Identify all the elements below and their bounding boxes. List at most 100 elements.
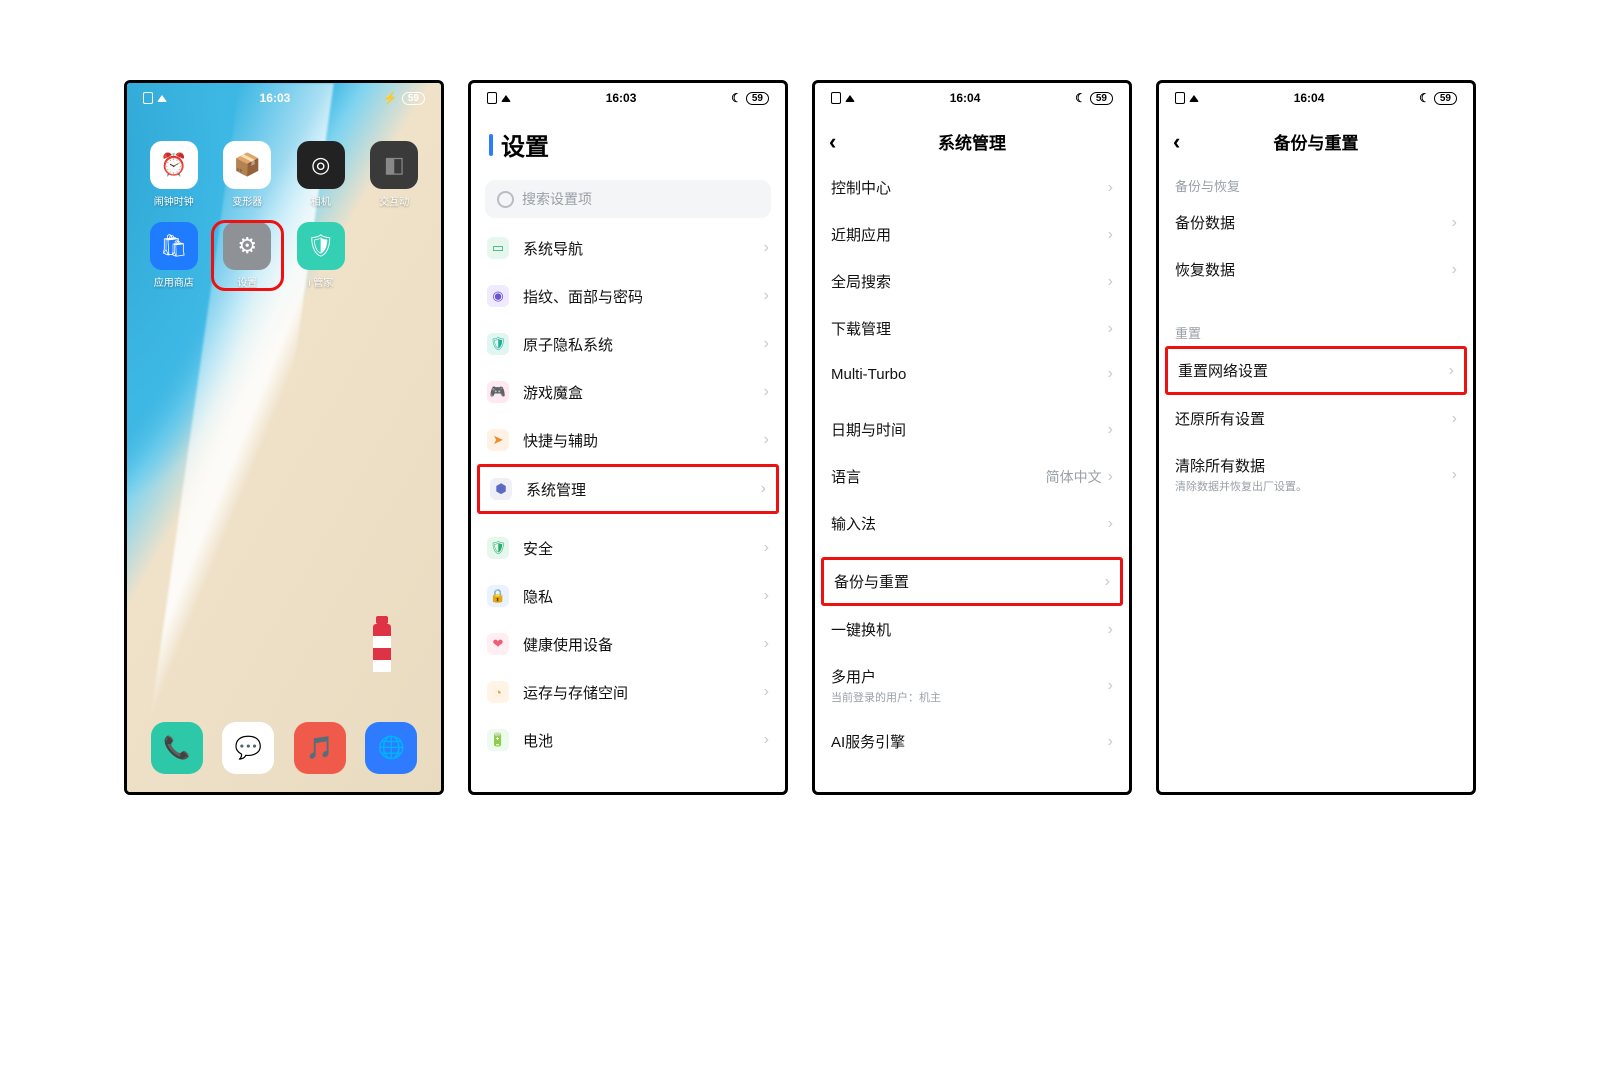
chevron-right-icon: ›	[764, 431, 769, 449]
row-download-mgr[interactable]: 下载管理›	[815, 305, 1129, 352]
wifi-icon	[501, 91, 511, 105]
app-store[interactable]: 🛍应用商店	[139, 222, 209, 289]
chevron-right-icon: ›	[764, 287, 769, 305]
page-title: 备份与重置	[1274, 129, 1359, 154]
app-interact[interactable]: ◧交互动	[360, 141, 430, 208]
wifi-icon	[1189, 91, 1199, 105]
status-bar: 16:04 ☾59	[815, 83, 1129, 105]
row-battery[interactable]: 🔋电池›	[471, 716, 785, 764]
chevron-right-icon: ›	[1108, 468, 1113, 486]
chevron-right-icon: ›	[764, 383, 769, 401]
sim-icon	[143, 92, 153, 104]
chevron-right-icon: ›	[764, 587, 769, 605]
screenshot-home: 16:03 ⚡59 ⏰闹钟时钟 📦变形器 ◎相机 ◧交互动 🛍应用商店 ⚙设置 …	[124, 80, 444, 795]
row-control-center[interactable]: 控制中心›	[815, 164, 1129, 211]
dock-music[interactable]: 🎵	[294, 722, 346, 774]
app-settings[interactable]: ⚙设置	[213, 222, 283, 289]
section-backup: 备份与恢复	[1159, 164, 1473, 199]
status-bar: 16:03 ⚡59	[127, 83, 441, 105]
shield-icon: 🛡	[487, 537, 509, 559]
row-erase-all[interactable]: 清除所有数据清除数据并恢复出厂设置。›	[1159, 442, 1473, 507]
battery-icon: 59	[746, 92, 769, 105]
page-title: 系统管理	[938, 129, 1006, 154]
section-reset: 重置	[1159, 311, 1473, 346]
wifi-icon	[157, 91, 167, 105]
chevron-right-icon: ›	[1449, 362, 1454, 380]
app-camera[interactable]: ◎相机	[286, 141, 356, 208]
chevron-right-icon: ›	[1108, 226, 1113, 244]
chevron-right-icon: ›	[1108, 320, 1113, 338]
gamepad-icon: 🎮	[487, 381, 509, 403]
page-title: 设置	[471, 105, 785, 172]
row-reset-network[interactable]: 重置网络设置›	[1165, 346, 1467, 395]
row-global-search[interactable]: 全局搜索›	[815, 258, 1129, 305]
chevron-right-icon: ›	[764, 335, 769, 353]
row-shortcuts[interactable]: ➤快捷与辅助›	[471, 416, 785, 464]
status-time: 16:04	[1294, 91, 1325, 105]
nav-icon: ▭	[487, 237, 509, 259]
chevron-right-icon: ›	[1108, 677, 1113, 695]
row-biometrics[interactable]: ◉指纹、面部与密码›	[471, 272, 785, 320]
row-backup-data[interactable]: 备份数据›	[1159, 199, 1473, 246]
dock-browser[interactable]: 🌐	[365, 722, 417, 774]
battery-icon: 59	[1434, 92, 1457, 105]
chevron-right-icon: ›	[1108, 179, 1113, 197]
search-input[interactable]: 搜索设置项	[485, 180, 771, 218]
chevron-right-icon: ›	[1105, 573, 1110, 591]
back-button[interactable]: ‹	[829, 129, 836, 155]
sim-icon	[831, 92, 841, 104]
row-reset-all-settings[interactable]: 还原所有设置›	[1159, 395, 1473, 442]
screenshot-backup-reset: 16:04 ☾59 ‹ 备份与重置 备份与恢复 备份数据› 恢复数据› 重置 重…	[1156, 80, 1476, 795]
status-bar: 16:03 ☾59	[471, 83, 785, 105]
chevron-right-icon: ›	[1108, 621, 1113, 639]
row-phone-clone[interactable]: 一键换机›	[815, 606, 1129, 653]
app-transformer[interactable]: 📦变形器	[213, 141, 283, 208]
dock: 📞 💬 🎵 🌐	[127, 722, 441, 774]
chevron-right-icon: ›	[1452, 261, 1457, 279]
header: ‹ 备份与重置	[1159, 105, 1473, 164]
chevron-right-icon: ›	[1108, 421, 1113, 439]
chevron-right-icon: ›	[1108, 273, 1113, 291]
row-security[interactable]: 🛡安全›	[471, 524, 785, 572]
row-recent-apps[interactable]: 近期应用›	[815, 211, 1129, 258]
row-language[interactable]: 语言简体中文›	[815, 453, 1129, 500]
app-imanager[interactable]: 🛡i 管家	[286, 222, 356, 289]
row-multi-user[interactable]: 多用户当前登录的用户：机主›	[815, 653, 1129, 718]
status-time: 16:03	[606, 91, 637, 105]
status-time: 16:04	[950, 91, 981, 105]
row-date-time[interactable]: 日期与时间›	[815, 406, 1129, 453]
bolt-icon: ➤	[487, 429, 509, 451]
row-backup-reset[interactable]: 备份与重置›	[821, 557, 1123, 606]
row-input-method[interactable]: 输入法›	[815, 500, 1129, 547]
row-restore-data[interactable]: 恢复数据›	[1159, 246, 1473, 293]
row-system-navigation[interactable]: ▭系统导航›	[471, 224, 785, 272]
battery-icon: 59	[402, 92, 425, 105]
row-game-box[interactable]: 🎮游戏魔盒›	[471, 368, 785, 416]
app-alarmclock[interactable]: ⏰闹钟时钟	[139, 141, 209, 208]
fingerprint-icon: ◉	[487, 285, 509, 307]
chevron-right-icon: ›	[1452, 214, 1457, 232]
row-ai-engine[interactable]: AI服务引擎›	[815, 718, 1129, 765]
storage-icon: ◔	[487, 681, 509, 703]
wifi-icon	[845, 91, 855, 105]
chevron-right-icon: ›	[1452, 466, 1457, 484]
row-wellbeing[interactable]: ❤健康使用设备›	[471, 620, 785, 668]
back-button[interactable]: ‹	[1173, 129, 1180, 155]
chevron-right-icon: ›	[1108, 733, 1113, 751]
screenshot-system-management: 16:04 ☾59 ‹ 系统管理 控制中心› 近期应用› 全局搜索› 下载管理›…	[812, 80, 1132, 795]
row-privacy[interactable]: 🔒隐私›	[471, 572, 785, 620]
chevron-right-icon: ›	[764, 683, 769, 701]
chevron-right-icon: ›	[764, 635, 769, 653]
dock-messages[interactable]: 💬	[222, 722, 274, 774]
heart-icon: ❤	[487, 633, 509, 655]
dock-phone[interactable]: 📞	[151, 722, 203, 774]
row-storage[interactable]: ◔运存与存储空间›	[471, 668, 785, 716]
language-value: 简体中文	[1046, 467, 1102, 487]
battery-icon: 🔋	[487, 729, 509, 751]
app-grid: ⏰闹钟时钟 📦变形器 ◎相机 ◧交互动 🛍应用商店 ⚙设置 🛡i 管家	[127, 105, 441, 289]
row-system-management[interactable]: ⬢系统管理›	[477, 464, 779, 514]
chevron-right-icon: ›	[1108, 515, 1113, 533]
row-multi-turbo[interactable]: Multi-Turbo›	[815, 352, 1129, 396]
row-atom-privacy[interactable]: 🛡原子隐私系统›	[471, 320, 785, 368]
sim-icon	[1175, 92, 1185, 104]
